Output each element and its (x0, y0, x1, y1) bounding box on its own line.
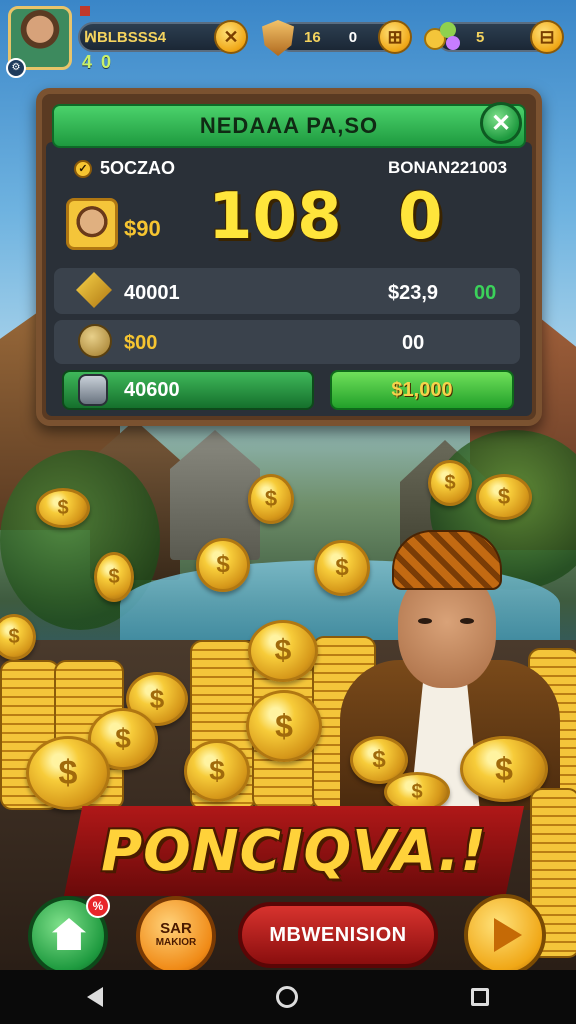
panel-close-button[interactable]: ✕ (480, 102, 522, 144)
coin: $ (314, 540, 370, 596)
android-nav-bar (0, 970, 576, 1024)
stat2-value: 0 (348, 28, 358, 46)
bars-icon: ⊟ (539, 26, 555, 47)
shop-button-line2: MAKIOR (155, 937, 197, 948)
home-circle-icon[interactable] (275, 986, 298, 1008)
coin: $ (26, 736, 110, 810)
row1-left: ✓ 5OCZAO (74, 158, 175, 179)
gem-pile-icon (424, 18, 464, 54)
character-eye-left (418, 618, 432, 624)
player-level: 4 0 (82, 52, 114, 72)
close-round-button[interactable]: ✕ (214, 20, 248, 54)
recent-apps-icon[interactable] (471, 988, 490, 1006)
action-button-right[interactable]: $1,000 (330, 370, 514, 410)
mission-button-label: MBWENISION (269, 924, 407, 946)
coin: $ (248, 474, 294, 524)
row1-right-label: BONAN221003 (388, 158, 508, 177)
row4-left-value: $00 (124, 332, 158, 354)
score-big: 108 (208, 180, 342, 254)
coin: $ (94, 552, 134, 602)
action-right-label: $1,000 (391, 378, 453, 401)
row1-left-label: 5OCZAO (100, 158, 176, 178)
vault-icon (78, 374, 108, 406)
coin: $ (248, 620, 318, 682)
coin: $ (184, 740, 250, 802)
coin: $ (428, 460, 472, 506)
shop-button-line1: SAR (160, 920, 192, 937)
flag-icon (80, 6, 90, 16)
coin: $ (476, 474, 532, 520)
stat1-value: 16 (304, 28, 321, 46)
coin: $ (36, 488, 90, 528)
avatar-badge-icon: ⚙ (6, 58, 26, 78)
coin: $ (246, 690, 322, 762)
row3-left-value: 40001 (124, 282, 180, 304)
stat-add-button[interactable]: ⊞ (378, 20, 412, 54)
score-amount: $90 (124, 216, 161, 241)
check-badge-icon: ✓ (74, 159, 92, 178)
player-name: ꟽBLBSSS4 (84, 29, 167, 46)
panel-title: NEDAAA PA,SO (52, 104, 526, 148)
character-headwrap (392, 530, 502, 590)
character-eye-right (460, 618, 474, 624)
shop-button[interactable]: SAR MAKIOR (136, 896, 216, 976)
mission-button[interactable]: MBWENISION (238, 902, 438, 968)
close-x-icon: ✕ (223, 26, 239, 47)
coin: $ (196, 538, 250, 592)
close-icon: ✕ (490, 109, 512, 137)
character-portrait-icon (66, 198, 118, 250)
row4-right-value: 00 (402, 332, 425, 354)
notification-badge: % (86, 894, 110, 918)
row3-right-value: $23,9 (388, 282, 439, 304)
back-icon[interactable] (86, 987, 103, 1007)
row3-right-extra: 00 (474, 282, 497, 304)
gem-add-button[interactable]: ⊟ (530, 20, 564, 54)
banner-text: PONCIQVA.! (101, 819, 487, 884)
sword-medal-icon (78, 324, 112, 358)
score-right: 0 (398, 180, 443, 254)
top-status-bar: ⚙ ꟽBLBSSS4 ✕ 4 0 16 0 ⊞ 5 ⊟ (0, 0, 576, 80)
grid-icon: ⊞ (387, 26, 403, 47)
action-left-label: 40600 (124, 378, 180, 401)
stat3-value: 5 (476, 28, 485, 46)
play-icon (494, 918, 522, 952)
